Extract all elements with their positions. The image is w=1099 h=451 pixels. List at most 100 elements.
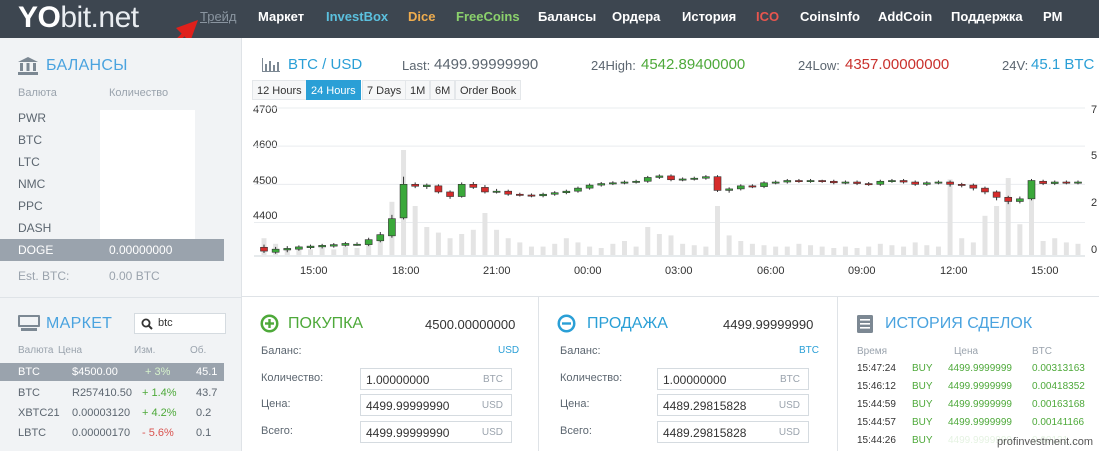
balance-row[interactable]: PWR [0, 107, 224, 129]
buy-price-input[interactable]: 4499.99999990 USD [360, 394, 512, 416]
volume-bar [819, 246, 825, 255]
monitor-icon [18, 315, 40, 331]
balance-row[interactable]: DASH [0, 217, 224, 239]
candle-body [550, 192, 559, 195]
candle-body [690, 177, 699, 180]
sell-qty-input[interactable]: 1.00000000 BTC [657, 368, 809, 390]
candle-body [1074, 181, 1082, 184]
candle-body [655, 175, 664, 178]
volume-bar [470, 229, 476, 255]
balance-row-selected[interactable]: DOGE 0.00000000 [0, 239, 224, 261]
volume-bar [1063, 242, 1069, 255]
candle-body [1016, 198, 1024, 202]
volume-bar [994, 206, 1000, 255]
market-search-input[interactable]: btc [134, 313, 226, 334]
candle-body [260, 246, 268, 252]
nav-support[interactable]: Поддержка [951, 9, 1023, 24]
nav-addcoin[interactable]: AddCoin [878, 9, 932, 24]
candle-body [388, 218, 396, 237]
volume-bar [563, 238, 569, 255]
x-tick: 12:00 [940, 265, 968, 277]
volume-bar [877, 243, 883, 255]
volume-bar [494, 229, 500, 255]
buy-total-input[interactable]: 4499.99999990 USD [360, 421, 512, 443]
candle-body [620, 181, 629, 184]
volume-bar [482, 213, 488, 255]
candle-body [923, 182, 931, 185]
candle-body [516, 193, 524, 196]
balance-row[interactable]: LTC [0, 151, 224, 173]
candle-body [1050, 181, 1059, 184]
balances-col-currency: Валюта [18, 87, 57, 99]
buy-qty-input[interactable]: 1.00000000 BTC [360, 368, 512, 390]
candle-body [667, 175, 675, 181]
candle-body [1027, 180, 1036, 200]
sell-best-price: 4499.99999990 [723, 317, 814, 332]
nav-market[interactable]: Маркет [258, 9, 304, 24]
buy-total-label: Всего: [261, 425, 293, 437]
history-price: 4499.9999999 [948, 363, 1012, 374]
candle-body [271, 248, 280, 253]
candle-body [760, 182, 768, 187]
candle-body [283, 248, 292, 251]
history-btc: 0.00141166 [1032, 417, 1085, 428]
volume-bar [1017, 224, 1023, 255]
candle-body [329, 244, 338, 247]
balance-row[interactable]: BTC [0, 129, 224, 151]
volume-bar [447, 238, 453, 255]
candlestick-chart[interactable] [242, 38, 1099, 297]
volume-bar [621, 241, 627, 255]
x-tick: 15:00 [1031, 265, 1059, 277]
buy-qty-label: Количество: [261, 372, 324, 384]
volume-bar [540, 246, 546, 255]
nav-dice[interactable]: Dice [408, 9, 435, 24]
buy-title: ПОКУПКА [288, 315, 364, 332]
sell-balance-currency[interactable]: BTC [799, 345, 819, 356]
market-row[interactable]: XBTC21 0.00003120 + 4.2% 0.2 [0, 404, 224, 422]
history-row: 15:47:24 BUY 4499.9999999 0.00313163 [839, 363, 1099, 379]
volume-bar [656, 234, 662, 255]
history-time: 15:44:59 [857, 399, 896, 410]
yobit-logo[interactable]: YObit.net [18, 1, 139, 35]
history-col-time: Время [857, 346, 888, 357]
history-price: 4499.9999999 [948, 399, 1012, 410]
nav-ico[interactable]: ICO [756, 9, 779, 24]
balance-row[interactable]: NMC [0, 173, 224, 195]
volume-bar [749, 243, 755, 255]
volume-bar [761, 245, 767, 255]
market-row-selected[interactable]: BTC $4500.00 + 3% 45.1 [0, 363, 224, 381]
sell-total-input[interactable]: 4489.29815828 USD [657, 421, 809, 443]
candle-body [353, 243, 361, 246]
volume-bar [1040, 241, 1046, 255]
volume-bar [784, 246, 790, 255]
x-tick: 21:00 [483, 265, 511, 277]
nav-freecoins[interactable]: FreeCoins [456, 9, 520, 24]
volume-bar [668, 235, 674, 255]
market-row[interactable]: BTC R257410.50 + 1.4% 43.7 [0, 384, 224, 402]
candle-body [888, 180, 896, 183]
candle-body [469, 184, 478, 188]
sell-price-input[interactable]: 4489.29815828 USD [657, 394, 809, 416]
market-row[interactable]: LBTC 0.00000170 - 5.6% 0.1 [0, 424, 224, 442]
balances-col-amount: Количество [109, 87, 169, 99]
volume-bar [610, 243, 616, 255]
bank-icon [18, 57, 38, 75]
nav-orders[interactable]: Ордера [612, 9, 660, 24]
volume-bar [587, 246, 593, 255]
history-time: 15:46:12 [857, 381, 896, 392]
volume-bar [308, 249, 314, 255]
volume-bar [435, 232, 441, 255]
volume-bar [912, 242, 918, 255]
nav-pm[interactable]: PM [1043, 9, 1063, 24]
nav-balances[interactable]: Балансы [538, 9, 596, 24]
volume-bar [331, 249, 337, 255]
nav-coinsinfo[interactable]: CoinsInfo [800, 9, 860, 24]
buy-balance-currency[interactable]: USD [498, 345, 519, 356]
nav-history[interactable]: История [682, 9, 736, 24]
market-col-volume: Об. [190, 345, 207, 356]
nav-investbox[interactable]: InvestBox [326, 9, 388, 24]
candle-body [969, 184, 978, 189]
x-tick: 00:00 [574, 265, 602, 277]
balance-row[interactable]: PPC [0, 195, 224, 217]
volume-bar [528, 246, 534, 255]
